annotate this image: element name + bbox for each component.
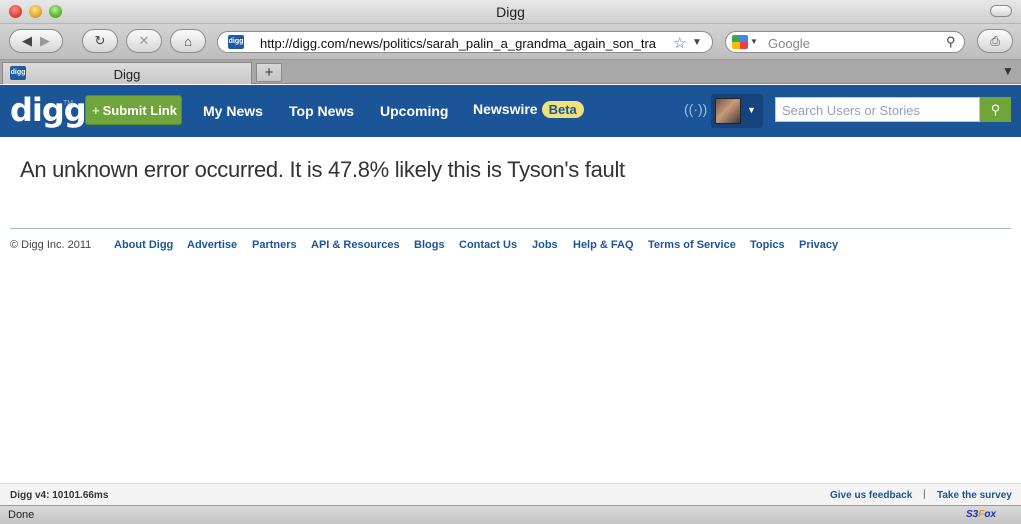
print-button[interactable]: ⎙ (977, 29, 1013, 53)
tab-menu-icon[interactable]: ▼ (1002, 64, 1014, 78)
nav-upcoming[interactable]: Upcoming (380, 103, 448, 119)
plus-icon: + (92, 103, 100, 118)
submit-link-label: Submit Link (102, 103, 177, 118)
google-icon[interactable] (732, 35, 748, 49)
new-tab-button[interactable]: + (256, 63, 282, 82)
nav-top-news[interactable]: Top News (289, 103, 354, 119)
search-placeholder[interactable]: Google (768, 36, 810, 51)
magnifier-icon[interactable]: ⚲ (946, 34, 956, 50)
footer-link-privacy[interactable]: Privacy (799, 239, 838, 251)
forward-arrow-icon[interactable]: ▶ (40, 33, 50, 49)
footer-link-jobs[interactable]: Jobs (532, 239, 558, 251)
url-dropdown-icon[interactable]: ▼ (692, 37, 702, 48)
tab-digg[interactable]: digg Digg (2, 62, 252, 84)
home-button[interactable]: ⌂ (170, 29, 206, 53)
newswire-label: Newswire (473, 101, 538, 117)
stop-icon: ✕ (138, 33, 150, 48)
perf-timing: Digg v4: 10101.66ms (10, 490, 109, 501)
footer-link-blogs[interactable]: Blogs (414, 239, 445, 251)
error-message: An unknown error occurred. It is 47.8% l… (20, 157, 625, 182)
printer-icon: ⎙ (990, 33, 1000, 48)
footer-link-about[interactable]: About Digg (114, 239, 173, 251)
footer-link-partners[interactable]: Partners (252, 239, 297, 251)
address-bar[interactable]: digg http://digg.com/news/politics/sarah… (217, 31, 713, 53)
user-menu[interactable]: ▼ (711, 94, 763, 128)
back-arrow-icon[interactable]: ◀ (22, 33, 32, 49)
chevron-down-icon: ▼ (747, 105, 756, 115)
footer-divider (10, 228, 1011, 229)
submit-link-button[interactable]: + Submit Link (85, 95, 182, 125)
footer-link-contact[interactable]: Contact Us (459, 239, 517, 251)
digg-header: digg TM + Submit Link My News Top News Up… (0, 85, 1021, 137)
status-bar: Done S3Fox (0, 505, 1021, 524)
wifi-icon[interactable]: ((·)) (684, 101, 707, 117)
reload-icon: ↻ (94, 33, 106, 48)
footer-link-terms[interactable]: Terms of Service (648, 239, 736, 251)
digg-bottom-bar: Digg v4: 10101.66ms Give us feedback | T… (0, 483, 1021, 505)
stop-button[interactable]: ✕ (126, 29, 162, 53)
digg-search-input[interactable]: Search Users or Stories (775, 97, 980, 122)
search-bar[interactable]: ▼ Google ⚲ (725, 31, 965, 53)
nav-my-news[interactable]: My News (203, 103, 263, 119)
search-engine-dropdown-icon[interactable]: ▼ (750, 37, 758, 46)
url-text[interactable]: http://digg.com/news/politics/sarah_pali… (260, 36, 670, 51)
tab-label: Digg (113, 67, 141, 82)
copyright: © Digg Inc. 2011 (10, 239, 92, 251)
footer-link-api[interactable]: API & Resources (311, 239, 400, 251)
footer-link-topics[interactable]: Topics (750, 239, 785, 251)
browser-toolbar: ◀ ▶ ↻ ✕ ⌂ digg http://digg.com/news/poli… (0, 24, 1021, 60)
search-icon: ⚲ (990, 102, 1001, 117)
reload-button[interactable]: ↻ (82, 29, 118, 53)
home-icon: ⌂ (184, 33, 192, 49)
back-forward-buttons: ◀ ▶ (9, 29, 63, 53)
star-icon[interactable]: ☆ (673, 34, 686, 52)
window-title: Digg (496, 4, 525, 20)
digg-logo[interactable]: digg (10, 93, 87, 127)
digg-search-button[interactable]: ⚲ (980, 97, 1011, 122)
status-text: Done (8, 509, 35, 521)
footer-link-advertise[interactable]: Advertise (187, 239, 237, 251)
feedback-link[interactable]: Give us feedback (830, 490, 912, 501)
bottom-separator: | (923, 489, 926, 500)
trademark-mark: TM (63, 100, 74, 107)
footer-link-help[interactable]: Help & FAQ (573, 239, 634, 251)
avatar (715, 98, 741, 124)
survey-link[interactable]: Take the survey (937, 490, 1012, 501)
toolbar-toggle-button[interactable] (990, 5, 1012, 17)
digg-favicon-icon: digg (228, 35, 244, 49)
nav-newswire[interactable]: Newswire Beta (473, 101, 584, 118)
tab-strip: digg Digg + ▼ (0, 60, 1021, 84)
beta-badge: Beta (541, 101, 584, 118)
title-bar: Digg (0, 0, 1021, 24)
s3fox-addon-icon[interactable]: S3Fox (966, 509, 996, 520)
